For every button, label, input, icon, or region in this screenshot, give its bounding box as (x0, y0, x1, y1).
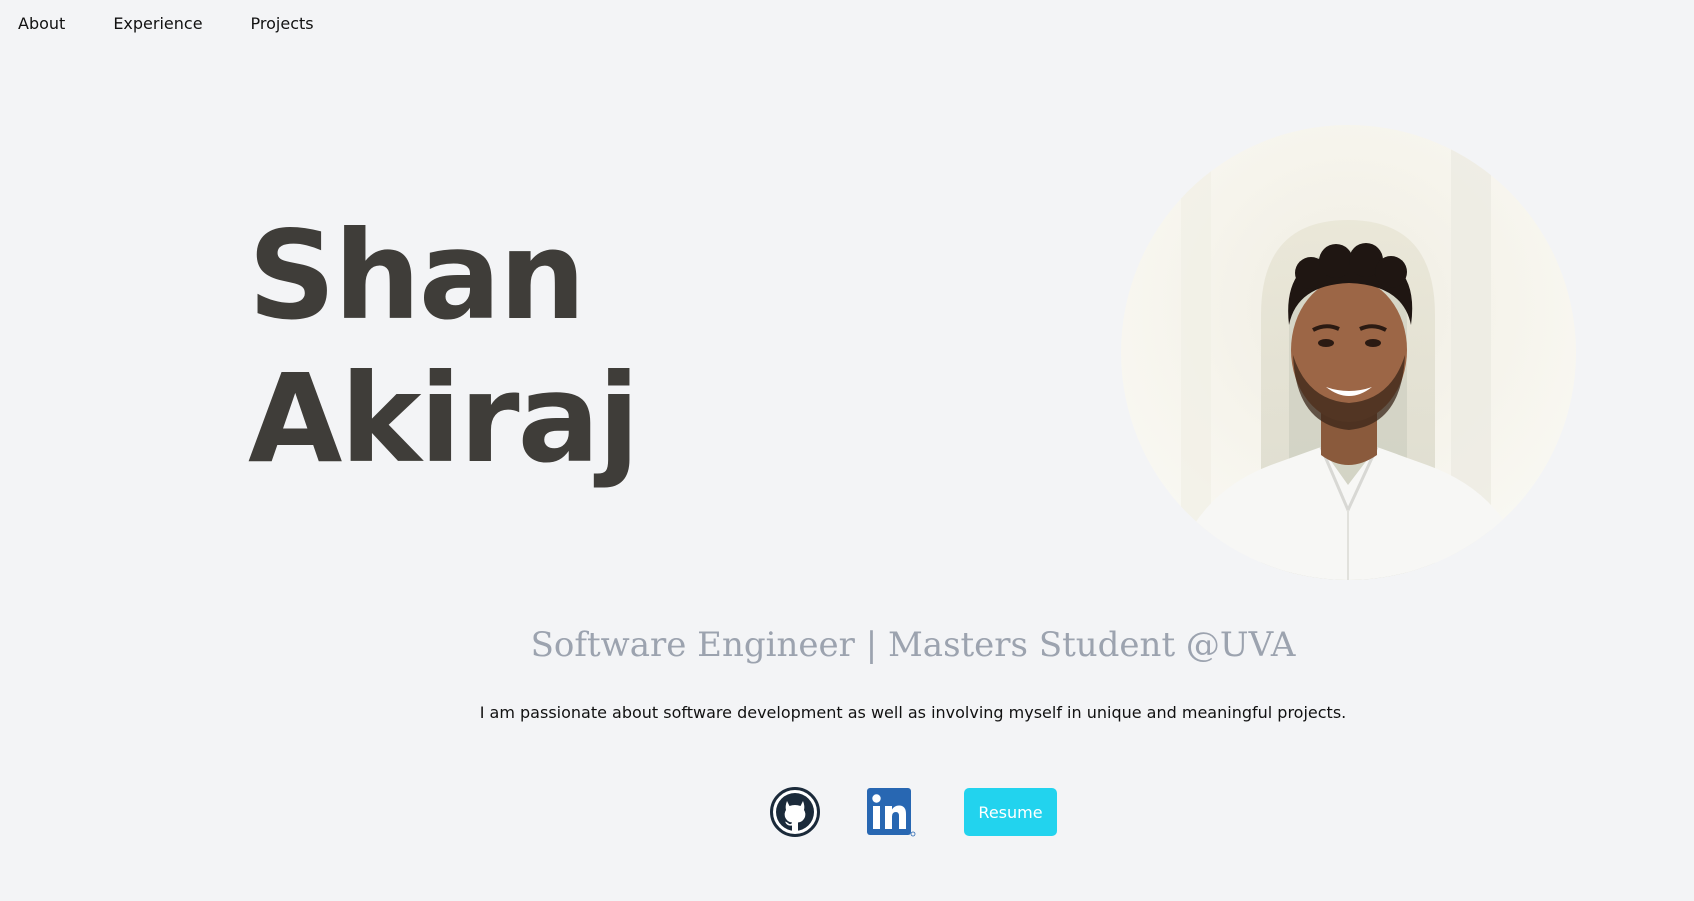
top-navigation: About Experience Projects (18, 14, 314, 33)
hero-first-name: Shan (248, 205, 586, 347)
nav-link-about[interactable]: About (18, 14, 65, 33)
github-link[interactable] (770, 787, 820, 837)
resume-button[interactable]: Resume (964, 788, 1057, 836)
linkedin-link[interactable] (866, 787, 916, 837)
profile-photo-illustration (1171, 145, 1529, 580)
profile-photo (1121, 125, 1576, 580)
hero-last-name: Akiraj (248, 348, 640, 490)
nav-link-experience[interactable]: Experience (113, 14, 202, 33)
hero-subtitle: Software Engineer | Masters Student @UVA (530, 625, 1296, 665)
social-links: Resume (770, 787, 1057, 837)
hero-tagline: I am passionate about software developme… (479, 703, 1347, 722)
hero-name: Shan Akiraj (248, 205, 640, 491)
github-icon (770, 787, 820, 837)
nav-link-projects[interactable]: Projects (251, 14, 314, 33)
linkedin-icon (867, 788, 916, 837)
portfolio-page: About Experience Projects Shan Akiraj So… (0, 0, 1694, 901)
